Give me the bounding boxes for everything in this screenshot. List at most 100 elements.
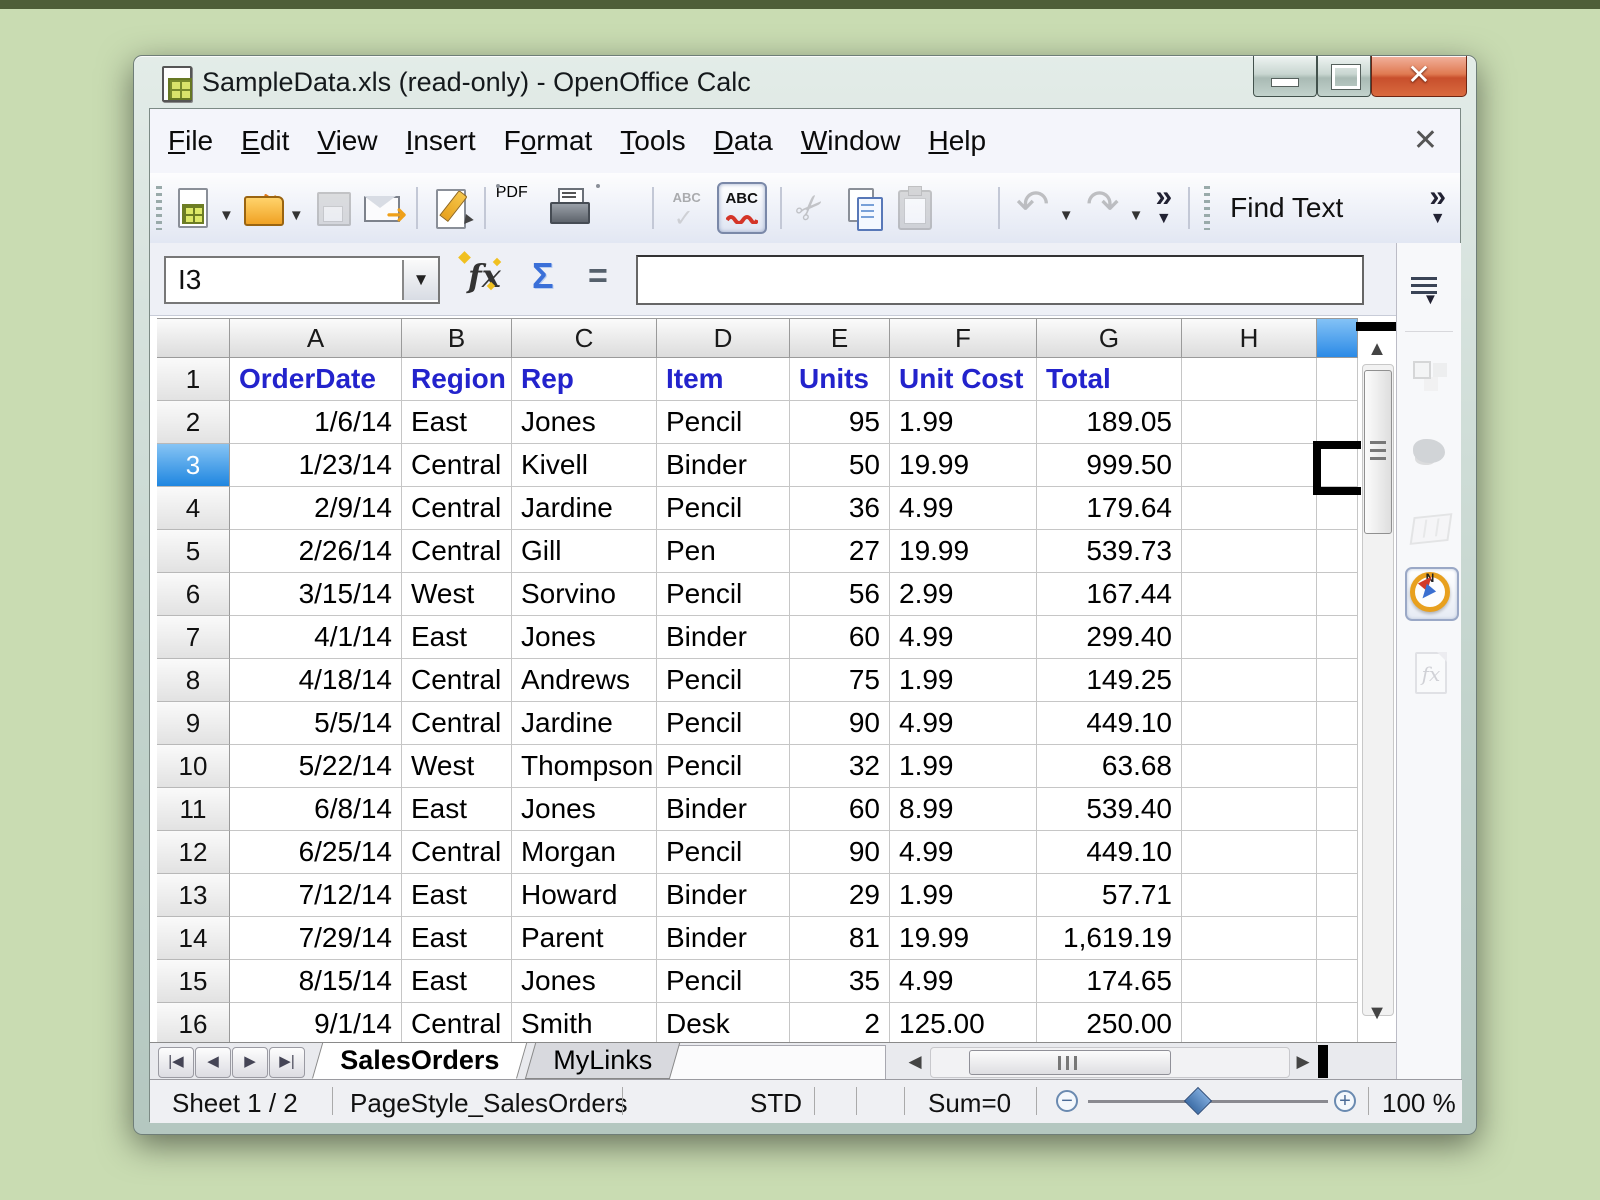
cell[interactable]: 75 bbox=[790, 659, 890, 702]
cell[interactable]: 2.99 bbox=[890, 573, 1037, 616]
column-header-h[interactable]: H bbox=[1182, 318, 1317, 358]
cell[interactable]: Central bbox=[402, 1003, 512, 1042]
cell[interactable]: Binder bbox=[657, 616, 790, 659]
cell[interactable] bbox=[1182, 788, 1317, 831]
cell[interactable]: Central bbox=[402, 702, 512, 745]
cell[interactable]: 6/8/14 bbox=[230, 788, 402, 831]
cell[interactable]: 8.99 bbox=[890, 788, 1037, 831]
cell[interactable]: West bbox=[402, 745, 512, 788]
autospellcheck-icon[interactable]: ABC bbox=[717, 182, 767, 234]
undo-icon[interactable]: ↶ bbox=[1010, 184, 1056, 232]
cell[interactable] bbox=[1317, 788, 1358, 831]
tab-next-icon[interactable]: ▶ bbox=[232, 1047, 268, 1078]
cell[interactable]: Jones bbox=[512, 788, 657, 831]
format-paintbrush-icon[interactable] bbox=[942, 184, 988, 232]
column-header-a[interactable]: A bbox=[230, 318, 402, 358]
menu-item-window[interactable]: Window bbox=[787, 125, 915, 157]
cell[interactable]: Smith bbox=[512, 1003, 657, 1042]
input-line[interactable] bbox=[636, 255, 1364, 305]
cell[interactable]: Desk bbox=[657, 1003, 790, 1042]
cell[interactable]: West bbox=[402, 573, 512, 616]
cell[interactable]: Rep bbox=[512, 358, 657, 401]
row-header-7[interactable]: 7 bbox=[157, 616, 230, 659]
column-header-g[interactable]: G bbox=[1037, 318, 1182, 358]
horizontal-scrollbar-thumb[interactable] bbox=[969, 1050, 1171, 1075]
row-header-13[interactable]: 13 bbox=[157, 874, 230, 917]
cell[interactable]: East bbox=[402, 616, 512, 659]
cell[interactable]: Jones bbox=[512, 401, 657, 444]
toolbar-overflow-button[interactable]: »▼ bbox=[1155, 186, 1172, 230]
menu-item-edit[interactable]: Edit bbox=[227, 125, 303, 157]
save-icon[interactable] bbox=[310, 184, 356, 232]
function-equals-icon[interactable]: = bbox=[588, 257, 608, 296]
cell[interactable] bbox=[1182, 702, 1317, 745]
cell[interactable] bbox=[1182, 444, 1317, 487]
row-header-14[interactable]: 14 bbox=[157, 917, 230, 960]
cell[interactable]: 9/1/14 bbox=[230, 1003, 402, 1042]
cell[interactable]: Thompson bbox=[512, 745, 657, 788]
cell[interactable] bbox=[1317, 960, 1358, 1003]
menu-item-tools[interactable]: Tools bbox=[606, 125, 699, 157]
cell[interactable]: Gill bbox=[512, 530, 657, 573]
name-box[interactable]: I3 ▼ bbox=[164, 256, 440, 304]
cell[interactable]: 999.50 bbox=[1037, 444, 1182, 487]
menu-item-data[interactable]: Data bbox=[700, 125, 787, 157]
cell[interactable]: Binder bbox=[657, 444, 790, 487]
cell[interactable] bbox=[1182, 831, 1317, 874]
cell[interactable]: 4.99 bbox=[890, 616, 1037, 659]
hscroll-left-icon[interactable]: ◀ bbox=[902, 1048, 928, 1075]
cell[interactable]: 179.64 bbox=[1037, 487, 1182, 530]
cell[interactable]: Jardine bbox=[512, 487, 657, 530]
cell[interactable]: 27 bbox=[790, 530, 890, 573]
row-header-12[interactable]: 12 bbox=[157, 831, 230, 874]
cell[interactable] bbox=[1182, 358, 1317, 401]
cell[interactable] bbox=[1317, 745, 1358, 788]
cell[interactable]: 7/29/14 bbox=[230, 917, 402, 960]
open-icon[interactable]: ➜ bbox=[240, 184, 286, 232]
cell[interactable] bbox=[1182, 917, 1317, 960]
cell[interactable]: 60 bbox=[790, 788, 890, 831]
zoom-slider-thumb[interactable] bbox=[1184, 1087, 1212, 1115]
toolbar-grip[interactable] bbox=[156, 186, 162, 230]
cell[interactable]: 50 bbox=[790, 444, 890, 487]
cell[interactable]: Jones bbox=[512, 616, 657, 659]
cell[interactable]: 4.99 bbox=[890, 831, 1037, 874]
cell[interactable]: East bbox=[402, 960, 512, 1003]
cell[interactable]: 29 bbox=[790, 874, 890, 917]
cell[interactable]: 32 bbox=[790, 745, 890, 788]
cell-reference[interactable]: I3 bbox=[166, 264, 402, 296]
cell[interactable] bbox=[1317, 530, 1358, 573]
page-style[interactable]: PageStyle_SalesOrders bbox=[350, 1088, 627, 1119]
cut-icon[interactable]: ✂ bbox=[792, 184, 838, 232]
cell[interactable]: Central bbox=[402, 530, 512, 573]
new-document-icon[interactable] bbox=[170, 184, 216, 232]
row-header-3[interactable]: 3 bbox=[157, 444, 230, 487]
name-box-dropdown-icon[interactable]: ▼ bbox=[402, 260, 438, 300]
cell[interactable]: 1/6/14 bbox=[230, 401, 402, 444]
gallery-icon[interactable] bbox=[1405, 427, 1455, 477]
cell[interactable] bbox=[1317, 917, 1358, 960]
cell[interactable]: 4/18/14 bbox=[230, 659, 402, 702]
tab-last-icon[interactable]: ▶| bbox=[269, 1047, 305, 1078]
cell[interactable] bbox=[1182, 530, 1317, 573]
cell[interactable] bbox=[1182, 745, 1317, 788]
hscroll-right-icon[interactable]: ▶ bbox=[1290, 1048, 1316, 1075]
sheet-tab-mylinks[interactable]: MyLinks bbox=[525, 1043, 680, 1079]
cell[interactable]: East bbox=[402, 874, 512, 917]
print-icon[interactable] bbox=[546, 184, 592, 232]
undo-dropdown-icon[interactable]: ▼ bbox=[1059, 207, 1074, 224]
cell[interactable]: 1,619.19 bbox=[1037, 917, 1182, 960]
cell[interactable]: 4.99 bbox=[890, 702, 1037, 745]
close-button[interactable]: ✕ bbox=[1371, 56, 1467, 97]
cell[interactable]: Region bbox=[402, 358, 512, 401]
cell[interactable]: Jardine bbox=[512, 702, 657, 745]
row-header-6[interactable]: 6 bbox=[157, 573, 230, 616]
cell[interactable] bbox=[1317, 659, 1358, 702]
sheet-tab-salesorders[interactable]: SalesOrders bbox=[312, 1043, 527, 1079]
spreadsheet-grid[interactable]: ABCDEFGH1OrderDateRegionRepItemUnitsUnit… bbox=[157, 318, 1361, 1042]
cell[interactable] bbox=[1317, 702, 1358, 745]
cell[interactable]: 19.99 bbox=[890, 444, 1037, 487]
corner-header-cell[interactable] bbox=[157, 318, 230, 358]
cell[interactable]: 36 bbox=[790, 487, 890, 530]
column-header-c[interactable]: C bbox=[512, 318, 657, 358]
